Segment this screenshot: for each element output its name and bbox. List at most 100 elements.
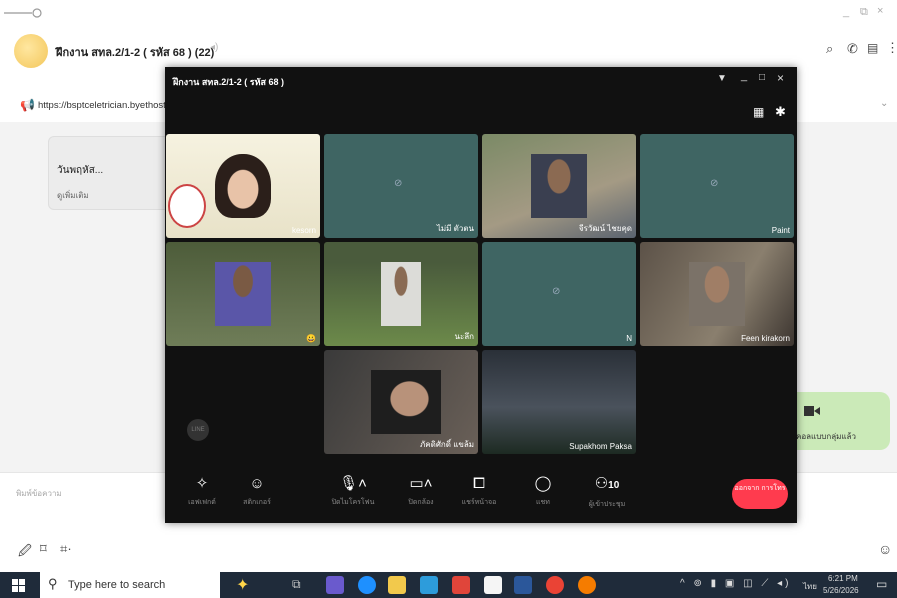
crop-icon[interactable]: ⌗· [60, 541, 72, 557]
settings-gear-icon[interactable]: ✱ [775, 104, 786, 120]
emoji-reaction-icon: 😀 [306, 334, 316, 343]
app-title-bar: _ ⧉ × [0, 0, 897, 30]
maximize-icon[interactable]: ⧉ [860, 6, 868, 19]
taskbar-search[interactable]: ⚲ Type here to search [40, 572, 220, 598]
app-icon-3[interactable] [578, 576, 596, 594]
participant-name: kesorn [291, 226, 316, 235]
language-indicator[interactable]: ไทย [803, 580, 817, 593]
notes-app-icon[interactable] [484, 576, 502, 594]
word-icon[interactable] [514, 576, 532, 594]
app-menu-icon[interactable] [4, 6, 44, 20]
person-icon: ⚇10 [594, 475, 620, 492]
app-icon-2[interactable] [452, 576, 470, 594]
grid-layout-icon[interactable]: ▦ [753, 105, 764, 119]
call-title: ฝึกงาน สทล.2/1-2 ( รหัส 68 ) [173, 77, 285, 87]
chat-button[interactable]: ◯ แชท [513, 475, 573, 508]
participant-video [381, 262, 421, 326]
message-preview-title: วันพฤหัส... [57, 165, 104, 176]
announcement-link[interactable]: https://bsptceletrician.byethost [38, 100, 166, 111]
notes-icon[interactable]: ▤ [867, 41, 878, 55]
mic-button[interactable]: 🎙˄ ปิดไมโครโฟน [323, 475, 383, 508]
bubble-text: คอลแบบกลุ่มแล้ว [796, 432, 856, 441]
attach-icon[interactable]: 🖉 [18, 542, 32, 564]
camera-off-icon: ⊘ [552, 286, 561, 297]
store-icon[interactable] [420, 576, 438, 594]
smiley-icon: ☺ [249, 475, 265, 492]
palette-drawing [168, 184, 206, 228]
microphone-icon: 🎙˄ [339, 475, 367, 492]
participant-name: Feen kirakorn [741, 334, 790, 343]
participant-video [215, 262, 271, 326]
participant-tile[interactable]: ⊘ Paint [640, 134, 794, 238]
stickers-button[interactable]: ☺ สติกเกอร์ [227, 475, 287, 508]
participant-name: จีรวัฒน์ ไชยคุด [578, 224, 632, 233]
line-watermark-logo: LINE [187, 419, 209, 441]
chat-header: ฝึกงาน สทล.2/1-2 ( รหัส 68 ) (22) ◂) ⌕ ✆… [0, 30, 897, 72]
emoji-icon[interactable]: ☺ [878, 541, 892, 557]
close-icon[interactable]: × [877, 5, 883, 17]
bookmark-icon[interactable]: ⌑ [40, 541, 47, 557]
effects-button[interactable]: ✧ เอฟเฟกต์ [172, 475, 232, 508]
pin-icon[interactable]: ▼ [717, 73, 727, 84]
participant-video [371, 370, 441, 434]
video-camera-icon [804, 406, 820, 416]
participant-tile[interactable]: Feen kirakorn [640, 242, 794, 346]
notification-icon[interactable]: ▭ [876, 577, 887, 591]
message-card[interactable]: วันพฤหัส... ดูเพิ่มเติม [48, 136, 180, 210]
participant-video [215, 154, 271, 218]
participant-tile[interactable]: kesorn [166, 134, 320, 238]
mute-icon[interactable]: ◂) [210, 42, 218, 53]
close-icon[interactable]: × [777, 71, 784, 85]
participant-video [531, 154, 587, 218]
taskbar-search-input[interactable]: Type here to search [68, 579, 165, 591]
participant-name: นะลึก [454, 332, 474, 341]
minimize-icon[interactable]: _ [843, 6, 849, 18]
share-screen-icon: ⧠ [472, 475, 485, 492]
participant-name: ไม่มี ตัวตน [436, 224, 474, 233]
search-icon[interactable]: ⌕ [826, 41, 833, 57]
participant-name: N [626, 334, 632, 343]
leave-call-button[interactable]: ออกจาก การโทร [732, 479, 788, 509]
maximize-icon[interactable]: □ [759, 72, 765, 83]
app-icon-1[interactable] [326, 576, 344, 594]
minimize-icon[interactable]: _ [741, 70, 747, 82]
group-avatar[interactable] [14, 34, 48, 68]
clock-time[interactable]: 6:21 PM [828, 574, 858, 583]
megaphone-icon: 📢 [20, 98, 35, 112]
phone-icon[interactable]: ✆ [847, 41, 858, 57]
participant-tile[interactable]: Supakhom Paksa [482, 350, 636, 454]
file-explorer-icon[interactable] [388, 576, 406, 594]
sparkle-icon[interactable]: ✦ [236, 575, 249, 595]
camera-off-icon: ⊘ [394, 178, 403, 189]
clock-date[interactable]: 5/26/2026 [823, 586, 859, 595]
search-icon: ⚲ [48, 576, 58, 591]
participant-name: Supakhom Paksa [569, 442, 632, 451]
camera-button[interactable]: ▭˄ ปิดกล้อง [391, 475, 451, 508]
chat-bubble-icon: ◯ [534, 475, 552, 492]
participant-tile[interactable]: จีรวัฒน์ ไชยคุด [482, 134, 636, 238]
participant-tile[interactable]: ⊘ ไม่มี ตัวตน [324, 134, 478, 238]
edge-icon[interactable] [358, 576, 376, 594]
task-view-icon[interactable]: ⧉ [292, 577, 301, 592]
chevron-down-icon[interactable]: ⌄ [880, 98, 888, 109]
participant-tile[interactable]: ภัคดิศักดิ์ แขล้ม [324, 350, 478, 454]
participant-tile[interactable]: 😀 [166, 242, 320, 346]
participant-count: 10 [608, 480, 620, 491]
windows-start-icon[interactable] [12, 579, 25, 592]
participant-video [689, 262, 745, 326]
share-screen-button[interactable]: ⧠ แชร์หน้าจอ [449, 475, 509, 508]
camera-off-icon: ⊘ [710, 178, 719, 189]
group-title: ฝึกงาน สทล.2/1-2 ( รหัส 68 ) (22) [56, 47, 215, 59]
participant-tile[interactable]: ⊘ N [482, 242, 636, 346]
system-tray-icons[interactable]: ^ ⊚ ▮ ▣ ◫ ⟋ ◂) [680, 578, 792, 589]
see-more-link[interactable]: ดูเพิ่มเติม [57, 189, 89, 202]
group-call-window: ฝึกงาน สทล.2/1-2 ( รหัส 68 ) ▼ _ □ × ▦ ✱… [165, 67, 797, 523]
participant-tile[interactable]: นะลึก [324, 242, 478, 346]
message-input[interactable]: พิมพ์ข้อความ [16, 487, 62, 500]
more-icon[interactable]: ⋮ [886, 40, 897, 56]
participants-button[interactable]: ⚇10 ผู้เข้าประชุม [577, 475, 637, 510]
participant-name: Paint [771, 226, 790, 235]
input-toolbar: 🖉 ⌑ ⌗· ☺ [0, 532, 897, 568]
chrome-icon[interactable] [546, 576, 564, 594]
video-camera-icon: ▭˄ [409, 475, 433, 492]
